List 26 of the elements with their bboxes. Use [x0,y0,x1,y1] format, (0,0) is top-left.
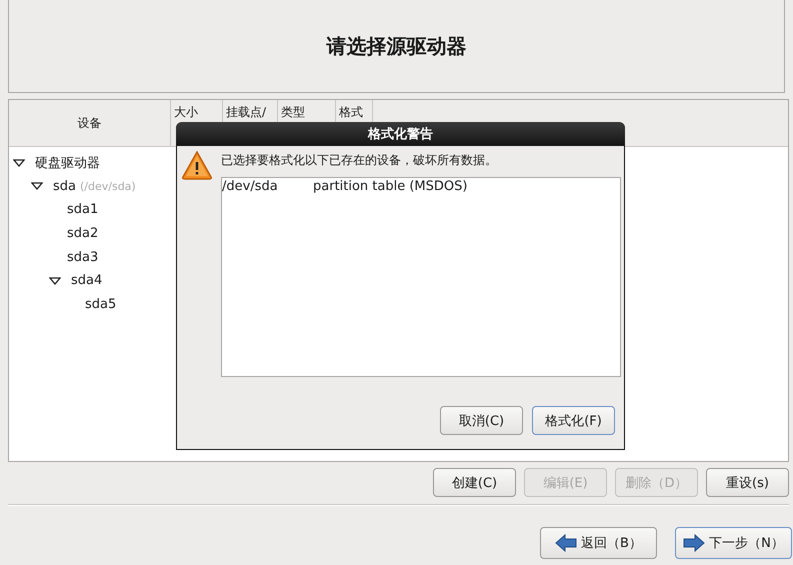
action-button[interactable]: 创建(C) [433,468,516,497]
back-button[interactable]: 返回（B） [540,527,657,559]
tree-item[interactable]: 硬盘驱动器 [35,154,100,172]
expander-icon[interactable] [49,276,61,285]
action-button[interactable]: 重设(s) [706,468,789,497]
tree-item[interactable]: sda5 [85,296,116,312]
warning-message: 已选择要格式化以下已存在的设备，破坏所有数据。 [221,152,498,169]
device-path: (/dev/sda) [80,180,136,193]
right-arrow-icon [683,534,706,552]
page-title: 请选择源驱动器 [326,32,466,60]
tree-item[interactable]: sda [53,178,76,194]
tree-item[interactable]: sda4 [71,273,102,288]
format-button[interactable]: 格式化(F) [532,406,615,435]
tree-item[interactable]: sda1 [67,202,98,218]
column-header[interactable]: 设备 [9,100,171,146]
cancel-button[interactable]: 取消(C) [440,406,523,435]
next-button[interactable]: 下一步（N） [675,527,792,559]
device-name: /dev/sda [222,179,279,194]
tree-item[interactable]: sda3 [67,250,98,265]
expander-icon[interactable] [13,158,25,167]
tree-item[interactable]: sda2 [67,226,98,242]
left-arrow-icon [555,534,578,552]
dialog-title: 格式化警告 [176,122,625,146]
warning-icon [181,150,213,180]
expander-icon[interactable] [31,182,43,190]
device-description: partition table (MSDOS) [313,179,468,194]
